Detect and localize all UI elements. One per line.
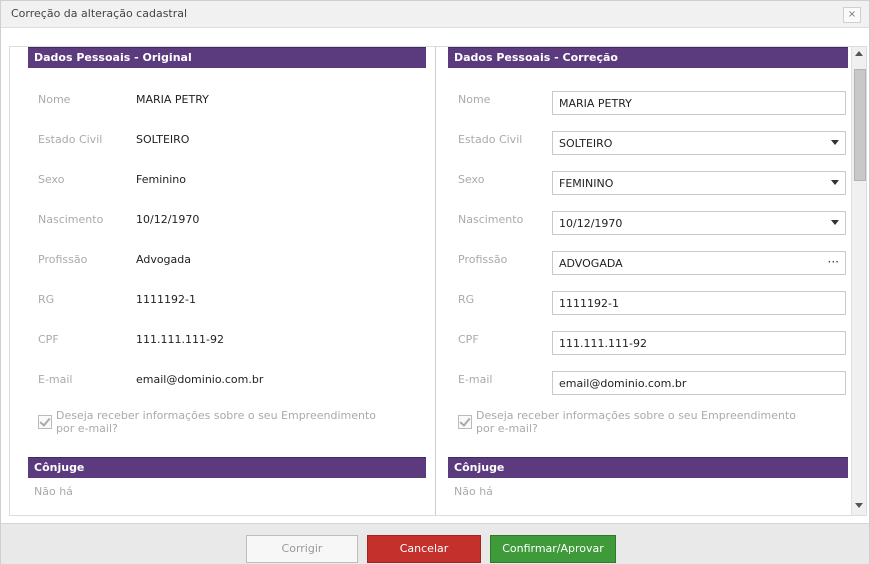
label-cpf: CPF: [38, 333, 59, 346]
sexo-select[interactable]: FEMININO: [552, 171, 846, 195]
correction-row-nascimento: Nascimento 10/12/1970: [448, 211, 848, 241]
correction-spouse-block: Cônjuge: [448, 457, 848, 478]
original-email-opt-in: Deseja receber informações sobre o seu E…: [38, 409, 418, 439]
scroll-up-icon[interactable]: [855, 51, 863, 56]
ellipsis-icon[interactable]: ···: [828, 255, 839, 269]
value-profissao: Advogada: [136, 253, 191, 266]
label-nascimento: Nascimento: [458, 213, 524, 226]
corrigir-button[interactable]: Corrigir: [246, 535, 358, 563]
label-rg: RG: [38, 293, 55, 306]
label-estado-civil: Estado Civil: [38, 133, 103, 146]
label-sexo: Sexo: [458, 173, 485, 186]
cpf-input-value: 111.111.111-92: [559, 337, 647, 350]
dialog-footer: Corrigir Cancelar Confirmar/Aprovar: [1, 523, 869, 564]
cancelar-button[interactable]: Cancelar: [367, 535, 481, 563]
correction-spouse-header: Cônjuge: [448, 457, 848, 478]
original-spouse-value: Não há: [34, 485, 73, 498]
chevron-down-icon[interactable]: [831, 140, 839, 145]
label-nascimento: Nascimento: [38, 213, 104, 226]
original-spouse-block: Cônjuge: [28, 457, 426, 478]
original-section-header: Dados Pessoais - Original: [28, 47, 426, 68]
label-profissao: Profissão: [458, 253, 508, 266]
label-email: E-mail: [38, 373, 73, 386]
correction-row-nome: Nome MARIA PETRY: [448, 91, 848, 121]
correction-row-email: E-mail email@dominio.com.br: [448, 371, 848, 401]
nome-input[interactable]: MARIA PETRY: [552, 91, 846, 115]
original-row-estado-civil: Estado Civil SOLTEIRO: [28, 131, 426, 161]
estado-civil-select[interactable]: SOLTEIRO: [552, 131, 846, 155]
scroll-thumb[interactable]: [854, 69, 866, 181]
vertical-scrollbar[interactable]: [851, 47, 866, 515]
chevron-down-icon[interactable]: [831, 220, 839, 225]
correction-opt-in-checkbox[interactable]: [458, 415, 472, 429]
correction-opt-in-text: Deseja receber informações sobre o seu E…: [476, 409, 797, 435]
original-row-email: E-mail email@dominio.com.br: [28, 371, 426, 401]
dialog-titlebar: Correção da alteração cadastral ×: [1, 1, 869, 28]
scroll-down-icon[interactable]: [855, 503, 863, 508]
close-icon[interactable]: ×: [843, 7, 861, 23]
original-row-nome: Nome MARIA PETRY: [28, 91, 426, 121]
original-row-sexo: Sexo Feminino: [28, 171, 426, 201]
dialog-content: Dados Pessoais - Original Nome MARIA PET…: [9, 46, 867, 516]
nascimento-select[interactable]: 10/12/1970: [552, 211, 846, 235]
label-sexo: Sexo: [38, 173, 65, 186]
value-estado-civil: SOLTEIRO: [136, 133, 190, 146]
original-row-cpf: CPF 111.111.111-92: [28, 331, 426, 361]
email-input[interactable]: email@dominio.com.br: [552, 371, 846, 395]
original-opt-in-checkbox: [38, 415, 52, 429]
value-cpf: 111.111.111-92: [136, 333, 224, 346]
label-nome: Nome: [38, 93, 71, 106]
correction-dialog: Correção da alteração cadastral × Dados …: [0, 0, 870, 564]
estado-civil-select-value: SOLTEIRO: [559, 137, 613, 150]
value-rg: 1111192-1: [136, 293, 196, 306]
nome-input-value: MARIA PETRY: [559, 97, 632, 110]
sexo-select-value: FEMININO: [559, 177, 614, 190]
profissao-lookup[interactable]: ADVOGADA ···: [552, 251, 846, 275]
rg-input[interactable]: 1111192-1: [552, 291, 846, 315]
value-nome: MARIA PETRY: [136, 93, 209, 106]
confirmar-aprovar-button[interactable]: Confirmar/Aprovar: [490, 535, 616, 563]
nascimento-select-value: 10/12/1970: [559, 217, 623, 230]
correction-email-opt-in: Deseja receber informações sobre o seu E…: [458, 409, 838, 439]
correction-row-rg: RG 1111192-1: [448, 291, 848, 321]
value-sexo: Feminino: [136, 173, 186, 186]
checkmark-icon: [459, 415, 471, 427]
chevron-down-icon[interactable]: [831, 180, 839, 185]
correction-spouse-value: Não há: [454, 485, 493, 498]
rg-input-value: 1111192-1: [559, 297, 619, 310]
original-opt-in-text: Deseja receber informações sobre o seu E…: [56, 409, 377, 435]
label-cpf: CPF: [458, 333, 479, 346]
label-profissao: Profissão: [38, 253, 88, 266]
label-email: E-mail: [458, 373, 493, 386]
value-nascimento: 10/12/1970: [136, 213, 200, 226]
original-spouse-header: Cônjuge: [28, 457, 426, 478]
checkmark-icon: [39, 415, 51, 427]
original-row-nascimento: Nascimento 10/12/1970: [28, 211, 426, 241]
original-panel: Dados Pessoais - Original Nome MARIA PET…: [28, 47, 426, 515]
panel-divider: [435, 47, 436, 515]
correction-panel: Dados Pessoais - Correção Nome MARIA PET…: [448, 47, 848, 515]
label-rg: RG: [458, 293, 475, 306]
cpf-input[interactable]: 111.111.111-92: [552, 331, 846, 355]
correction-row-sexo: Sexo FEMININO: [448, 171, 848, 201]
correction-row-estado-civil: Estado Civil SOLTEIRO: [448, 131, 848, 161]
correction-section-header: Dados Pessoais - Correção: [448, 47, 848, 68]
dialog-title: Correção da alteração cadastral: [11, 7, 188, 20]
original-row-rg: RG 1111192-1: [28, 291, 426, 321]
value-email: email@dominio.com.br: [136, 373, 264, 386]
label-nome: Nome: [458, 93, 491, 106]
correction-row-profissao: Profissão ADVOGADA ···: [448, 251, 848, 281]
email-input-value: email@dominio.com.br: [559, 377, 687, 390]
correction-row-cpf: CPF 111.111.111-92: [448, 331, 848, 361]
profissao-lookup-value: ADVOGADA: [559, 257, 623, 270]
original-row-profissao: Profissão Advogada: [28, 251, 426, 281]
label-estado-civil: Estado Civil: [458, 133, 523, 146]
